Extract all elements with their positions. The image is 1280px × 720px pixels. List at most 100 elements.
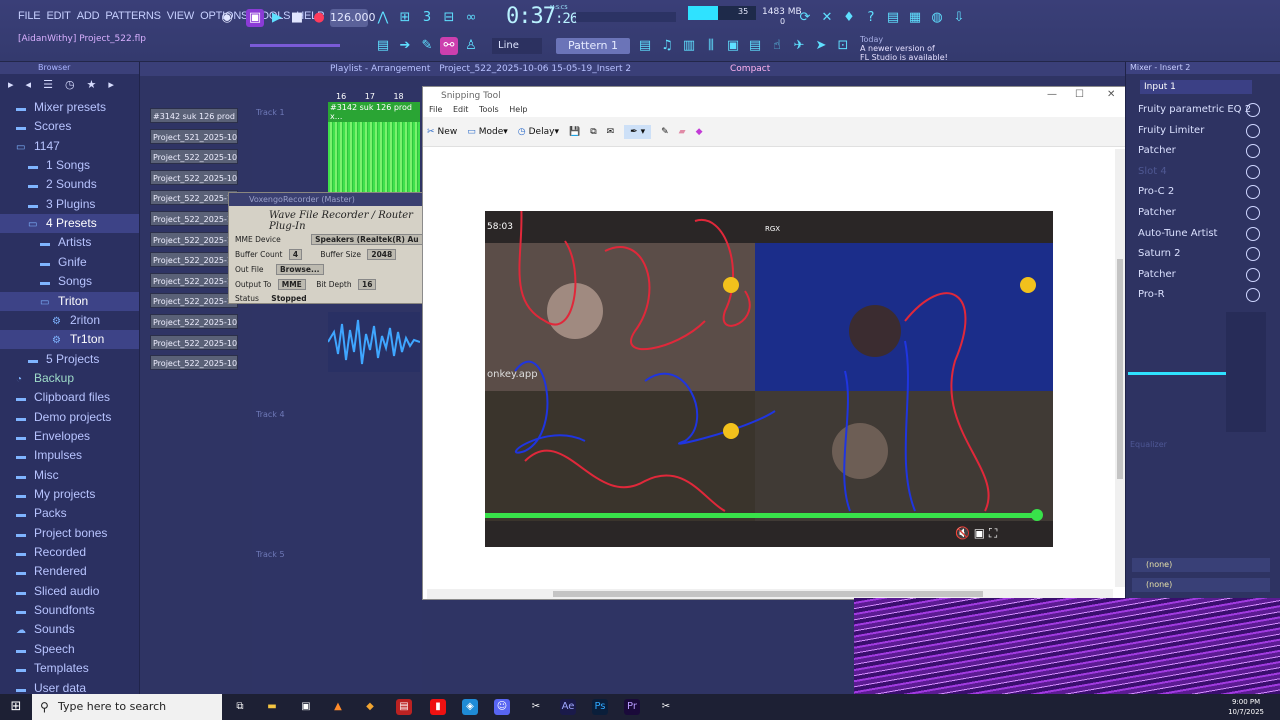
download-icon[interactable]: ⇩ — [950, 9, 968, 27]
browser-recent-icon[interactable]: ◷ — [65, 78, 75, 92]
audio-clip[interactable] — [328, 312, 420, 372]
browser-item[interactable]: ▬ 5 Projects — [0, 350, 99, 369]
update-notice[interactable]: Today A newer version of FL Studio is av… — [860, 35, 948, 62]
snipping-tool-icon[interactable]: ✂ — [658, 699, 674, 715]
mixer-input-select[interactable]: Input 1 — [1140, 80, 1252, 94]
browse-button[interactable]: Browse... — [275, 264, 324, 275]
file-explorer-icon[interactable]: ▬ — [264, 699, 280, 715]
picker-clip[interactable]: Project_522_2025-10 — [150, 293, 238, 309]
browser-item[interactable]: ▬ Speech — [0, 640, 75, 659]
mixer-slot[interactable]: Slot 4 — [1134, 162, 1274, 182]
windows-start-icon[interactable]: ⊞ — [8, 699, 24, 715]
browser-item[interactable]: ▬ Songs — [0, 272, 92, 291]
browser-item[interactable]: ▬ Recorded — [0, 543, 86, 562]
task-view-icon[interactable]: ⧉ — [232, 699, 248, 715]
touch-icon[interactable]: ☝ — [768, 37, 786, 55]
mixer-slot[interactable]: Pro-R — [1134, 285, 1274, 305]
browser-item[interactable]: ▬ 2 Sounds — [0, 175, 97, 194]
close-icon[interactable]: ✕ — [1107, 89, 1115, 100]
pen-icon[interactable]: ✒ ▾ — [624, 124, 652, 139]
arrow-right-icon[interactable]: ➔ — [396, 37, 414, 55]
browser-item[interactable]: ▬ Misc — [0, 466, 59, 485]
taskbar-search-box[interactable]: ⚲ Type here to search — [32, 694, 222, 720]
slot-mix-knob-icon[interactable] — [1246, 206, 1260, 220]
browser-item[interactable]: ⚙ Tr1ton — [0, 330, 139, 350]
mixer-slot[interactable]: Saturn 2 — [1134, 244, 1274, 264]
track-1-label[interactable]: Track 1 — [256, 108, 285, 117]
picker-clip[interactable]: Project_521_2025-10-06... — [150, 128, 238, 144]
picker-clip[interactable]: Project_522_2025-10 — [150, 231, 238, 247]
snip-new-button[interactable]: ✂ New — [427, 127, 457, 137]
browser-item[interactable]: ▬ Packs — [0, 504, 67, 523]
browser-item[interactable]: ▭ 4 Presets — [0, 214, 139, 234]
app-icon-2[interactable]: ▤ — [396, 699, 412, 715]
browser-menu-icon[interactable]: ▸ — [8, 78, 14, 92]
playlist-icon[interactable]: ▤ — [636, 37, 654, 55]
picker-clip[interactable]: Project_522_2025-10-06... — [150, 334, 238, 350]
system-clock[interactable]: 9:00 PM 10/7/2025 — [1228, 697, 1264, 717]
output-to-field[interactable]: MME — [277, 279, 306, 290]
browser-item[interactable]: ⚙ 2riton — [0, 311, 100, 330]
copy-icon[interactable]: ⧉ — [590, 127, 596, 137]
picker-clip[interactable]: Project_522_2025-10-06... — [150, 169, 238, 185]
vertical-scrollbar[interactable] — [1115, 149, 1125, 587]
paint3d-icon[interactable]: ◆ — [696, 127, 703, 137]
stop-icon[interactable]: ■ — [288, 9, 306, 27]
stamp-icon[interactable]: ♙ — [462, 37, 480, 55]
buffer-count-field[interactable]: 4 — [288, 249, 303, 260]
mixer-slot[interactable]: Patcher — [1134, 203, 1274, 223]
mixer-slot[interactable]: Fruity Limiter — [1134, 121, 1274, 141]
snip-menu-tools[interactable]: Tools — [479, 105, 499, 114]
app-icon-1[interactable]: ▣ — [298, 699, 314, 715]
premiere-icon[interactable]: Pr — [624, 699, 640, 715]
pencil-icon[interactable]: ✎ — [418, 37, 436, 55]
brush-icon[interactable]: ✈ — [790, 37, 808, 55]
browser-item[interactable]: ▬ Demo projects — [0, 408, 111, 427]
link-icon[interactable]: ⚯ — [440, 37, 458, 55]
mixer-slot[interactable]: Fruity parametric EQ 2 — [1134, 100, 1274, 120]
browser-item[interactable]: ▬ Mixer presets — [0, 98, 106, 117]
export-icon[interactable]: ➤ — [812, 37, 830, 55]
email-icon[interactable]: ✉ — [607, 127, 615, 137]
loop-record-icon[interactable]: ∞ — [462, 9, 480, 27]
mixer-faders[interactable] — [1226, 312, 1266, 432]
send-none-2[interactable]: (none) — [1132, 578, 1270, 592]
snip-menu-help[interactable]: Help — [509, 105, 527, 114]
slot-mix-knob-icon[interactable] — [1246, 247, 1260, 262]
browser-item[interactable]: ▭ Triton — [0, 291, 139, 311]
slot-mix-knob-icon[interactable] — [1246, 144, 1260, 159]
browser-item[interactable]: ▭ 1147 — [0, 137, 60, 156]
picker-clip[interactable]: Project_522_2025-10-06... — [150, 149, 238, 165]
browser-icon[interactable]: ▣ — [724, 37, 742, 55]
browser-item[interactable]: ▬ Templates — [0, 659, 89, 678]
picker-clip[interactable]: Project_522_2025-10 — [150, 211, 238, 226]
picker-clip[interactable]: Project_522_2025-10-06... — [150, 355, 238, 371]
browser-tag-icon[interactable]: ☰ — [43, 78, 53, 92]
maximize-icon[interactable]: ☐ — [1075, 89, 1084, 100]
browser-item[interactable]: ▬ Project bones — [0, 524, 107, 543]
capcut-icon[interactable]: ✂ — [528, 699, 544, 715]
track-4-label[interactable]: Track 4 — [256, 410, 285, 419]
record-mode-icon[interactable]: ▣ — [246, 9, 264, 27]
after-effects-icon[interactable]: Ae — [560, 699, 576, 715]
mic-icon[interactable]: ♦ — [840, 9, 858, 27]
picker-clip[interactable]: Project_522_2025-10 — [150, 252, 238, 268]
countdown-icon[interactable]: 3 — [418, 9, 436, 27]
mixer-icon[interactable]: ⫼ — [702, 37, 720, 55]
slot-mix-knob-icon[interactable] — [1246, 288, 1260, 303]
steam-icon[interactable]: ◈ — [462, 699, 478, 715]
mixer-slot[interactable]: Auto-Tune Artist — [1134, 224, 1274, 244]
fl-studio-icon[interactable]: ◆ — [362, 699, 378, 715]
slot-mix-knob-icon[interactable] — [1246, 185, 1260, 200]
acrobat-icon[interactable]: ▮ — [430, 699, 446, 715]
bit-depth-field[interactable]: 16 — [357, 279, 377, 290]
piano-roll-icon[interactable]: ♫ — [658, 37, 676, 55]
photoshop-icon[interactable]: Ps — [592, 699, 608, 715]
timeline-ruler[interactable]: 16 17 18 — [336, 92, 426, 102]
browser-back-icon[interactable]: ◂ — [26, 78, 32, 92]
buffer-size-field[interactable]: 2048 — [367, 249, 397, 260]
refresh-icon[interactable]: ⟳ — [796, 9, 814, 27]
help-icon[interactable]: ? — [862, 9, 880, 27]
wait-icon[interactable]: ⊞ — [396, 9, 414, 27]
picker-clip[interactable]: Project_522_2025-10-06... — [150, 314, 238, 329]
